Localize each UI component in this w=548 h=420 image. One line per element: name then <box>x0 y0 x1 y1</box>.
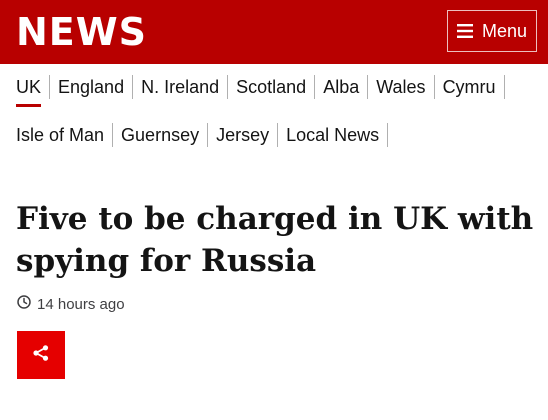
nav-item-cymru[interactable]: Cymru <box>435 75 505 99</box>
article-timestamp: 14 hours ago <box>17 295 125 313</box>
share-button[interactable] <box>17 331 65 379</box>
nav-item-guernsey[interactable]: Guernsey <box>113 123 209 147</box>
menu-label: Menu <box>481 20 528 41</box>
nav-item-england[interactable]: England <box>50 75 134 99</box>
nav-item-n-ireland[interactable]: N. Ireland <box>133 75 229 99</box>
clock-icon <box>17 295 31 313</box>
top-banner: NEWS Menu <box>0 0 548 64</box>
nav-row-secondary: Isle of Man Guernsey Jersey Local News <box>16 120 536 150</box>
nav-item-isle-of-man[interactable]: Isle of Man <box>16 123 114 147</box>
nav-item-local-news[interactable]: Local News <box>278 123 389 147</box>
share-icon <box>32 344 50 367</box>
nav-item-scotland[interactable]: Scotland <box>228 75 316 99</box>
menu-button[interactable]: Menu <box>447 10 537 52</box>
hamburger-icon <box>456 24 473 38</box>
article-headline: Five to be charged in UK with spying for… <box>16 201 534 279</box>
nav-item-uk[interactable]: UK <box>16 75 51 107</box>
nav-item-jersey[interactable]: Jersey <box>208 123 279 147</box>
nav-item-wales[interactable]: Wales <box>368 75 435 99</box>
timestamp-text: 14 hours ago <box>37 295 125 313</box>
nav-item-alba[interactable]: Alba <box>315 75 369 99</box>
news-logo[interactable]: NEWS <box>16 10 147 54</box>
nav-row-primary: UK England N. Ireland Scotland Alba Wale… <box>16 72 536 107</box>
